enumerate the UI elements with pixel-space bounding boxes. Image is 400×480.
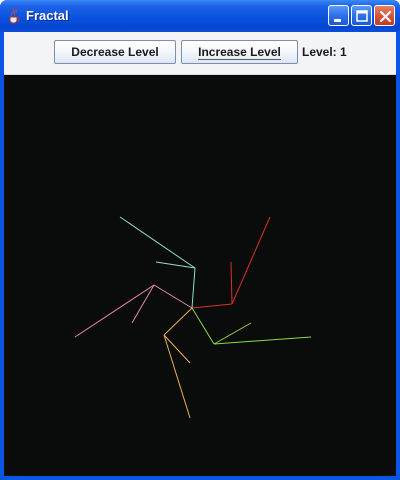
fractal-arm-pink	[74, 284, 193, 338]
maximize-icon	[356, 10, 368, 22]
fractal-drawing	[74, 216, 312, 419]
fractal-canvas[interactable]	[4, 75, 396, 476]
maximize-button[interactable]	[351, 5, 372, 26]
fractal-arm-green	[191, 307, 312, 345]
fractal-arm-red	[191, 216, 271, 309]
close-icon	[379, 10, 392, 23]
java-cup-icon	[6, 8, 22, 24]
increase-level-button[interactable]: Increase Level	[181, 40, 298, 64]
minimize-button[interactable]	[328, 5, 349, 26]
decrease-level-button[interactable]: Decrease Level	[54, 40, 176, 64]
fractal-arm-orange	[163, 307, 193, 419]
increase-level-label: Increase Level	[198, 45, 281, 60]
fractal-arm-cyan	[119, 216, 196, 309]
minimize-icon	[334, 19, 341, 22]
close-button[interactable]	[374, 5, 395, 26]
toolbar: Decrease Level Increase Level Level: 1	[4, 32, 396, 75]
window-title: Fractal	[26, 8, 69, 23]
client-area: Decrease Level Increase Level Level: 1	[4, 32, 396, 476]
title-bar[interactable]: Fractal	[0, 0, 400, 32]
level-indicator: Level: 1	[302, 45, 347, 59]
app-window: Fractal Decrease Level Increase Level Le…	[0, 0, 400, 480]
decrease-level-label: Decrease Level	[71, 45, 159, 59]
